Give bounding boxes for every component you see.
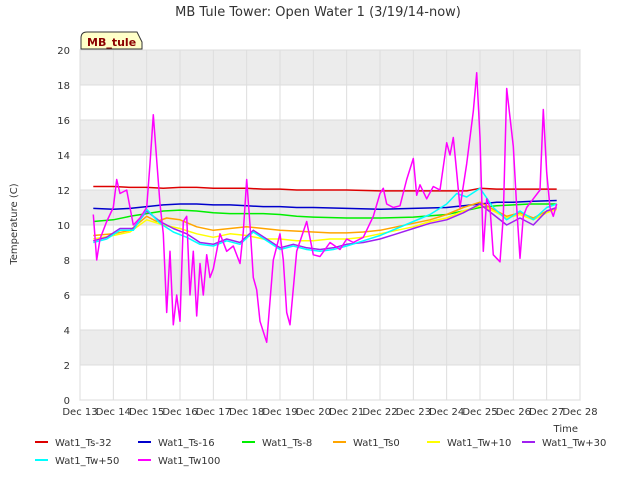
- y-tick-label: 16: [57, 116, 70, 127]
- legend-item-Wat1_Tw+10: Wat1_Tw+10: [427, 438, 511, 449]
- legend-label: Wat1_Tw+10: [447, 438, 511, 449]
- y-tick-label: 2: [64, 361, 70, 372]
- x-tick-label: Dec 20: [296, 407, 331, 418]
- y-tick-label: 8: [64, 256, 70, 267]
- plot-band: [80, 50, 580, 85]
- legend-item-Wat1_Tw+30: Wat1_Tw+30: [522, 438, 606, 449]
- x-tick-label: Dec 13: [62, 407, 97, 418]
- y-axis-ticks: 0 2 4 6 8 10 12 14 16 18 20: [57, 46, 70, 407]
- plot-band: [80, 330, 580, 365]
- y-tick-label: 4: [64, 326, 70, 337]
- y-tick-label: 0: [64, 396, 70, 407]
- station-badge-label: MB_tule: [87, 36, 136, 49]
- x-tick-label: Dec 25: [462, 407, 497, 418]
- x-tick-label: Dec 17: [196, 407, 231, 418]
- station-badge: MB_tule: [80, 31, 143, 50]
- y-tick-label: 6: [64, 291, 70, 302]
- x-tick-label: Dec 21: [329, 407, 364, 418]
- y-tick-label: 20: [57, 46, 70, 57]
- legend: Wat1_Ts-32 Wat1_Ts-16 Wat1_Ts-8 Wat1_Ts0 Wat…: [35, 438, 606, 467]
- plot-band: [80, 260, 580, 295]
- legend-item-Wat1_Ts-8: Wat1_Ts-8: [242, 438, 312, 449]
- x-tick-label: Dec 18: [229, 407, 264, 418]
- legend-label: Wat1_Ts0: [353, 438, 400, 449]
- x-tick-label: Dec 27: [529, 407, 564, 418]
- y-tick-label: 12: [57, 186, 70, 197]
- x-tick-label: Dec 16: [162, 407, 197, 418]
- x-tick-label: Dec 19: [262, 407, 297, 418]
- y-tick-label: 14: [57, 151, 70, 162]
- x-axis-ticks: Dec 13Dec 14Dec 15Dec 16Dec 17Dec 18Dec …: [62, 407, 597, 418]
- legend-item-Wat1_Ts0: Wat1_Ts0: [333, 438, 400, 449]
- legend-label: Wat1_Ts-16: [158, 438, 215, 449]
- y-tick-label: 10: [57, 221, 70, 232]
- x-tick-label: Dec 15: [129, 407, 164, 418]
- legend-label: Wat1_Tw100: [158, 456, 220, 467]
- y-tick-label: 18: [57, 81, 70, 92]
- x-axis-label: Time: [553, 424, 578, 435]
- legend-label: Wat1_Tw+30: [542, 438, 606, 449]
- x-tick-label: Dec 24: [429, 407, 464, 418]
- x-tick-label: Dec 28: [562, 407, 597, 418]
- legend-item-Wat1_Ts-32: Wat1_Ts-32: [35, 438, 112, 449]
- x-tick-label: Dec 14: [96, 407, 131, 418]
- chart-title: MB Tule Tower: Open Water 1 (3/19/14-now…: [175, 5, 461, 20]
- legend-label: Wat1_Ts-32: [55, 438, 112, 449]
- chart-svg: MB Tule Tower: Open Water 1 (3/19/14-now…: [9, 5, 606, 467]
- legend-item-Wat1_Tw100: Wat1_Tw100: [138, 456, 220, 467]
- x-tick-label: Dec 23: [396, 407, 431, 418]
- x-tick-label: Dec 26: [496, 407, 531, 418]
- y-axis-label: Temperature (C): [9, 183, 20, 265]
- legend-label: Wat1_Ts-8: [262, 438, 312, 449]
- legend-item-Wat1_Ts-16: Wat1_Ts-16: [138, 438, 215, 449]
- legend-item-Wat1_Tw+50: Wat1_Tw+50: [35, 456, 119, 467]
- x-tick-label: Dec 22: [362, 407, 397, 418]
- legend-label: Wat1_Tw+50: [55, 456, 119, 467]
